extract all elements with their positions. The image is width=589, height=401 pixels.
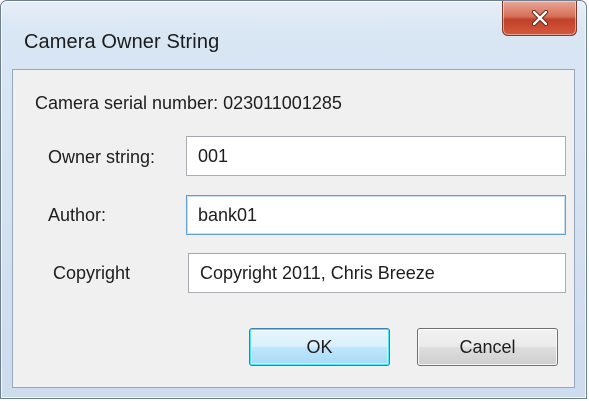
title-bar[interactable]: Camera Owner String bbox=[1, 1, 586, 71]
author-input[interactable]: bank01 bbox=[186, 195, 566, 235]
dialog-body: Camera serial number: 023011001285 Owner… bbox=[12, 69, 575, 388]
camera-serial-number-text: Camera serial number: 023011001285 bbox=[35, 93, 342, 113]
cancel-button[interactable]: Cancel bbox=[417, 328, 558, 366]
dialog-window: Camera Owner String Camera serial number… bbox=[0, 0, 587, 399]
copyright-input[interactable]: Copyright 2011, Chris Breeze bbox=[188, 253, 566, 293]
copyright-label: Copyright bbox=[53, 263, 131, 283]
author-label: Author: bbox=[48, 205, 107, 225]
owner-string-label: Owner string: bbox=[48, 147, 156, 167]
ok-button[interactable]: OK bbox=[249, 328, 390, 366]
close-x-icon bbox=[532, 10, 548, 26]
window-title: Camera Owner String bbox=[24, 31, 220, 53]
close-button[interactable] bbox=[502, 1, 577, 36]
owner-string-input[interactable]: 001 bbox=[186, 136, 566, 176]
